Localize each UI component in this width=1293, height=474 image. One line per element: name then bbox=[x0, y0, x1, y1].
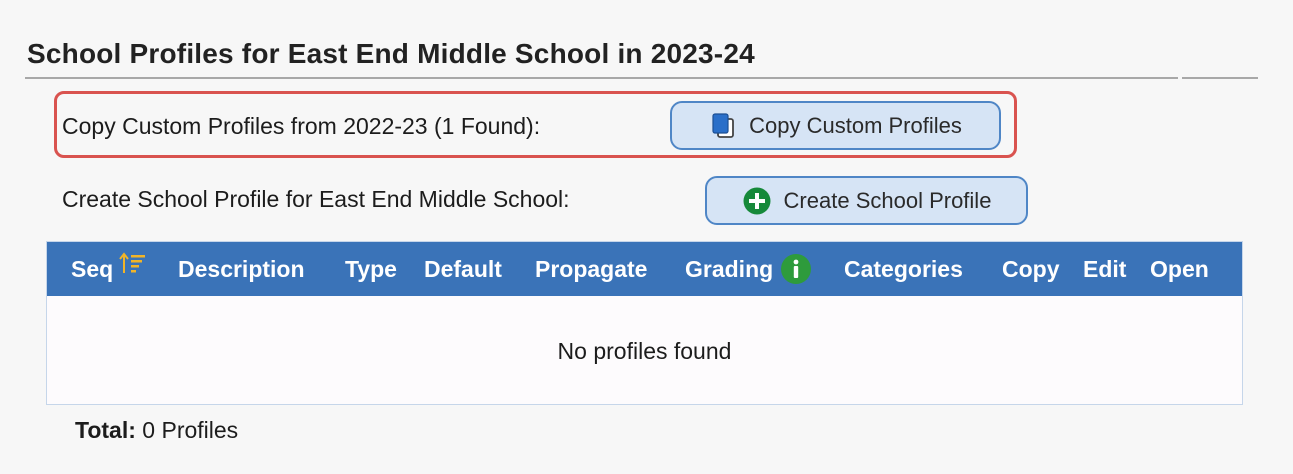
page-title: School Profiles for East End Middle Scho… bbox=[27, 38, 755, 69]
table-header: Seq Description Type Default Propagate G… bbox=[47, 242, 1242, 296]
profiles-table: Seq Description Type Default Propagate G… bbox=[46, 241, 1243, 405]
copy-custom-profiles-button[interactable]: Copy Custom Profiles bbox=[670, 101, 1001, 150]
column-header-open[interactable]: Open bbox=[1150, 242, 1209, 296]
title-divider bbox=[25, 77, 1178, 79]
create-school-profile-label: Create School Profile bbox=[783, 187, 992, 213]
profile-total: Total: 0 Profiles bbox=[75, 417, 238, 444]
column-header-propagate[interactable]: Propagate bbox=[535, 242, 647, 296]
create-profile-label: Create School Profile for East End Middl… bbox=[62, 186, 570, 212]
copy-custom-profiles-label: Copy Custom Profiles bbox=[749, 112, 962, 138]
total-label: Total: bbox=[75, 417, 136, 443]
info-icon[interactable] bbox=[780, 253, 812, 285]
copy-icon bbox=[709, 112, 737, 140]
column-header-description[interactable]: Description bbox=[178, 242, 305, 296]
column-header-categories[interactable]: Categories bbox=[844, 242, 963, 296]
column-header-copy[interactable]: Copy bbox=[1002, 242, 1060, 296]
column-header-edit[interactable]: Edit bbox=[1083, 242, 1126, 296]
empty-table-message: No profiles found bbox=[557, 338, 732, 364]
create-school-profile-button[interactable]: Create School Profile bbox=[705, 176, 1028, 225]
column-header-seq[interactable]: Seq bbox=[71, 242, 147, 296]
total-value: 0 Profiles bbox=[142, 417, 239, 443]
column-header-grading[interactable]: Grading bbox=[685, 242, 812, 296]
title-divider-secondary bbox=[1182, 77, 1258, 79]
copy-profiles-label: Copy Custom Profiles from 2022-23 (1 Fou… bbox=[62, 113, 541, 139]
plus-circle-icon bbox=[742, 186, 772, 216]
column-header-default[interactable]: Default bbox=[424, 242, 502, 296]
column-header-type[interactable]: Type bbox=[345, 242, 397, 296]
sort-ascending-icon[interactable] bbox=[119, 251, 147, 277]
